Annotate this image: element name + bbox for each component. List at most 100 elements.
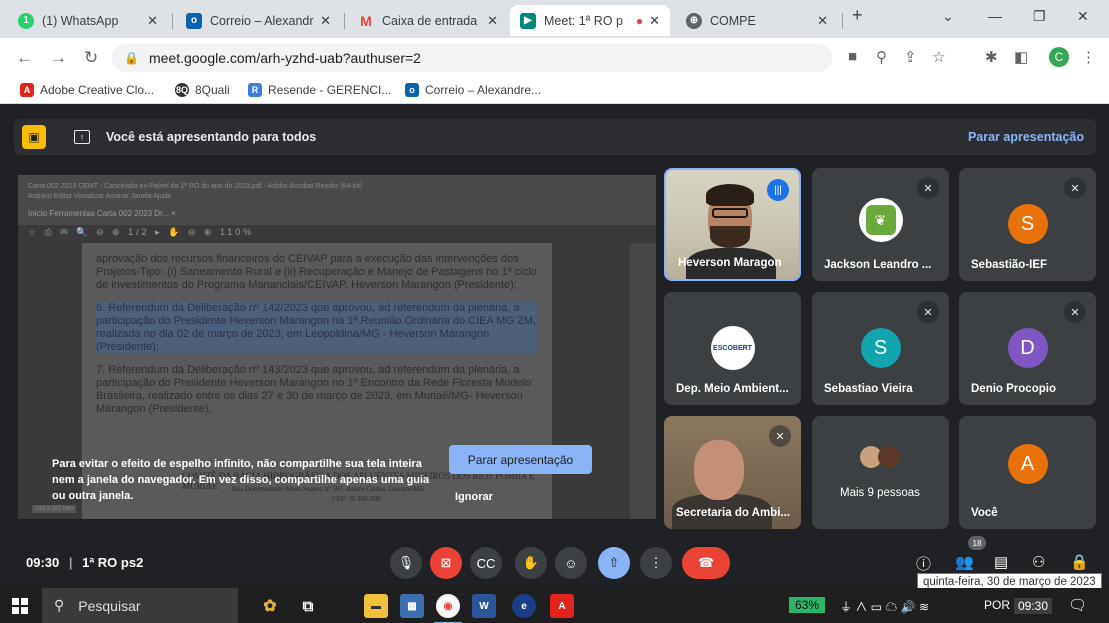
ignore-button[interactable]: Ignorar: [455, 491, 493, 503]
8quali-icon: 8Q: [175, 83, 189, 97]
tab-gmail[interactable]: M Caixa de entrada ( ✕: [348, 5, 508, 36]
participant-tile[interactable]: ESCOBERT Dep. Meio Ambient...: [664, 292, 801, 405]
participants-count-badge: 18: [968, 536, 986, 550]
stop-presenting-link[interactable]: Parar apresentação: [968, 130, 1084, 144]
presentation-off-icon[interactable]: ▣: [22, 125, 46, 149]
search-highlight-icon[interactable]: ✿: [250, 594, 290, 618]
tab-meet[interactable]: ▶ Meet: 1ª RO p ● ✕: [510, 5, 670, 36]
participant-tile[interactable]: ✕ ❦ Jackson Leandro ...: [812, 168, 949, 281]
close-window-icon[interactable]: ✕: [1077, 8, 1089, 25]
participant-logo: ❦: [858, 198, 903, 242]
new-tab-button[interactable]: +: [852, 5, 863, 26]
activities-icon[interactable]: ⚇: [1032, 553, 1045, 571]
tab-search-icon[interactable]: ⌄: [942, 8, 954, 25]
notifications-icon[interactable]: 🗨: [1068, 596, 1087, 614]
presenting-banner: ▣ ↑ Você está apresentando para todos Pa…: [14, 119, 1096, 155]
bookmark-resende[interactable]: R Resende - GERENCI...: [248, 83, 391, 97]
profile-avatar[interactable]: C: [1049, 47, 1069, 67]
browser-toolbar: ← → ↻ 🔒 meet.google.com/arh-yzhd-uab?aut…: [0, 38, 1109, 78]
avatar: S: [860, 328, 901, 368]
info-icon[interactable]: ⓘ: [916, 553, 931, 574]
tab-correio[interactable]: o Correio – Alexandr ✕: [176, 5, 341, 36]
chrome-icon[interactable]: ◉: [434, 594, 462, 623]
self-tile[interactable]: A Você: [959, 416, 1096, 529]
acrobat-icon[interactable]: A: [550, 594, 574, 618]
close-tab-icon[interactable]: ✕: [147, 13, 158, 29]
participant-logo: ESCOBERT: [710, 326, 755, 370]
windows-start-icon[interactable]: [12, 598, 28, 614]
windows-taskbar: ⚲ Pesquisar ✿ ⧉ ▬ ▦ ◉ W e A 63% ⏚ ∧ ▭ ☁ …: [0, 588, 1109, 623]
bookmark-correio[interactable]: o Correio – Alexandre...: [405, 83, 541, 97]
battery-indicator[interactable]: 63%: [789, 597, 826, 613]
mic-button[interactable]: 🎙: [390, 547, 422, 579]
raise-hand-button[interactable]: ✋: [515, 547, 547, 579]
zoom-icon[interactable]: ⚲: [876, 48, 887, 66]
taskbar-search[interactable]: ⚲ Pesquisar: [42, 588, 238, 623]
participant-tile[interactable]: ✕ Secretaria do Ambi...: [664, 416, 801, 529]
audio-level-icon: |||: [767, 179, 789, 201]
outlook-icon: o: [186, 12, 202, 29]
bookmark-adobe[interactable]: A Adobe Creative Clo...: [20, 83, 154, 97]
tab-whatsapp[interactable]: 1 (1) WhatsApp ✕: [8, 5, 168, 36]
lock-icon: 🔒: [124, 50, 139, 65]
extensions-icon[interactable]: ✱: [985, 48, 998, 66]
mirror-warning: Para evitar o efeito de espelho infinito…: [52, 458, 430, 502]
close-tab-icon[interactable]: ✕: [320, 13, 331, 29]
back-icon[interactable]: ←: [16, 48, 33, 68]
reload-icon[interactable]: ↻: [84, 48, 98, 68]
tab-compe[interactable]: ⊕ COMPE ✕: [676, 5, 838, 36]
browser-tab-strip: 1 (1) WhatsApp ✕ o Correio – Alexandr ✕ …: [0, 0, 1109, 38]
address-bar[interactable]: 🔒 meet.google.com/arh-yzhd-uab?authuser=…: [112, 43, 832, 72]
bookmark-star-icon[interactable]: ☆: [932, 48, 945, 66]
camera-off-button[interactable]: ⊠: [430, 547, 462, 579]
menu-icon[interactable]: ⋮: [1081, 48, 1096, 66]
task-view-icon[interactable]: ⧉: [296, 594, 320, 618]
leave-call-button[interactable]: ☎: [682, 547, 730, 579]
whatsapp-icon: 1: [18, 12, 34, 29]
more-participants-tile[interactable]: Mais 9 pessoas: [812, 416, 949, 529]
share-icon[interactable]: ⇪: [904, 48, 917, 66]
meet-area: ▣ ↑ Você está apresentando para todos Pa…: [0, 105, 1109, 591]
file-explorer-icon[interactable]: ▬: [364, 594, 388, 618]
calculator-icon[interactable]: ▦: [400, 594, 424, 618]
participant-tile[interactable]: ✕ S Sebastiao Vieira: [812, 292, 949, 405]
resende-icon: R: [248, 83, 262, 97]
host-controls-icon[interactable]: 🔒: [1070, 553, 1089, 571]
camera-icon[interactable]: ■: [848, 48, 857, 65]
mirror-stop-button[interactable]: Parar apresentação: [449, 445, 592, 474]
people-icon[interactable]: 👥: [955, 553, 974, 571]
language-indicator[interactable]: POR: [984, 598, 1010, 612]
participant-tile[interactable]: ✕ D Denio Procopio: [959, 292, 1096, 405]
avatar: D: [1007, 328, 1048, 368]
word-icon[interactable]: W: [472, 594, 496, 618]
bookmarks-bar: A Adobe Creative Clo... 8Q 8Quali R Rese…: [0, 78, 1109, 104]
gmail-icon: M: [360, 12, 372, 29]
mic-off-icon: ✕: [1064, 301, 1086, 323]
edge-icon[interactable]: e: [512, 594, 536, 618]
close-tab-icon[interactable]: ✕: [487, 13, 498, 29]
more-options-button[interactable]: ⋮: [640, 547, 672, 579]
avatar: [878, 446, 900, 468]
url-text: meet.google.com/arh-yzhd-uab?authuser=2: [148, 49, 421, 66]
taskbar-clock[interactable]: 09:30: [1014, 598, 1053, 614]
mic-off-icon: ✕: [769, 425, 791, 447]
close-tab-icon[interactable]: ✕: [817, 13, 828, 29]
close-tab-icon[interactable]: ✕: [649, 13, 660, 29]
chat-icon[interactable]: ▤: [994, 553, 1008, 571]
participant-tile[interactable]: ||| Heverson Maragon: [664, 168, 801, 281]
meet-icon: ▶: [520, 12, 536, 29]
maximize-icon[interactable]: ❐: [1033, 8, 1046, 25]
present-screen-icon: ↑: [74, 130, 90, 144]
avatar: S: [1007, 204, 1048, 244]
side-panel-icon[interactable]: ◧: [1014, 48, 1028, 66]
forward-icon[interactable]: →: [50, 48, 67, 68]
system-tray-icons[interactable]: ⏚ ∧ ▭ ☁ 🔊 ≋: [840, 598, 929, 615]
participant-tile[interactable]: ✕ S Sebastião-IEF: [959, 168, 1096, 281]
reactions-button[interactable]: ☺: [555, 547, 587, 579]
present-button[interactable]: ⇧: [598, 547, 630, 579]
bookmark-8quali[interactable]: 8Q 8Quali: [175, 83, 230, 97]
minimize-icon[interactable]: —: [988, 8, 1002, 24]
meeting-info: 09:30 | 1ª RO ps2: [26, 555, 144, 570]
captions-button[interactable]: CC: [470, 547, 502, 579]
recording-dot-icon: ●: [635, 13, 644, 28]
